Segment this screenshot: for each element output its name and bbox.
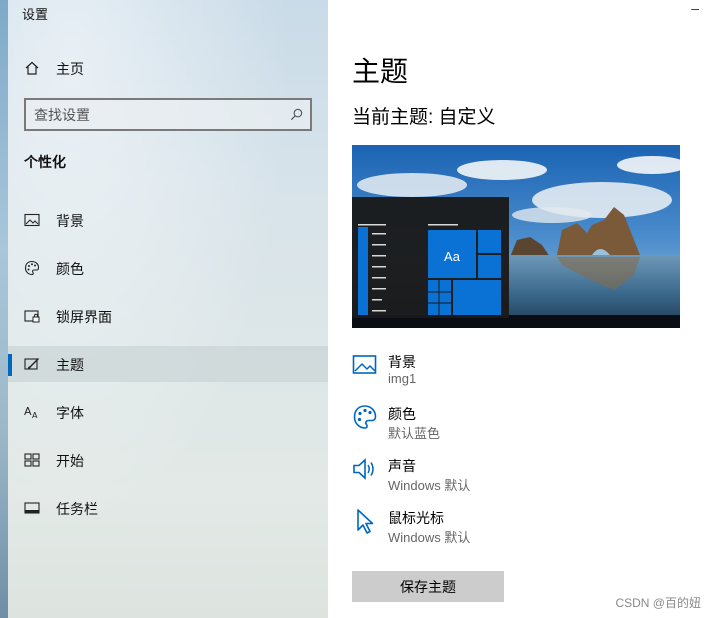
property-sound[interactable]: 声音 Windows 默认 — [352, 456, 652, 500]
theme-brush-icon — [24, 358, 39, 370]
sidebar-item-label: 主页 — [56, 61, 84, 77]
speaker-icon — [353, 458, 374, 480]
page-title: 主题 — [352, 56, 409, 87]
preview-tile-text: Aa — [444, 249, 461, 264]
property-name[interactable]: 声音 — [388, 456, 416, 476]
theme-preview: Aa — [352, 145, 680, 328]
picture-icon — [352, 355, 377, 374]
palette-icon — [24, 260, 40, 276]
svg-text:A: A — [32, 411, 38, 420]
section-title: 个性化 — [24, 154, 66, 170]
main-content: – 主题 当前主题: 自定义 Aa 背景 img1 颜色 默认蓝色 声音 Win… — [328, 0, 715, 618]
sidebar-item-lock-screen[interactable]: 锁屏界面 — [8, 298, 328, 334]
svg-text:A: A — [24, 405, 32, 418]
property-name[interactable]: 背景 — [388, 352, 416, 372]
sidebar-item-label: 任务栏 — [56, 501, 98, 517]
search-icon[interactable] — [289, 107, 304, 122]
cursor-icon — [357, 509, 374, 534]
sidebar-item-label: 颜色 — [56, 261, 84, 277]
theme-preview-image: Aa — [352, 145, 680, 328]
current-theme-label: 当前主题: 自定义 — [352, 107, 496, 128]
font-icon: A A — [24, 405, 38, 420]
property-name[interactable]: 鼠标光标 — [388, 508, 444, 528]
search-input[interactable] — [34, 105, 274, 125]
sidebar-item-home[interactable]: 主页 — [8, 50, 328, 86]
sidebar-item-fonts[interactable]: A A 字体 — [8, 394, 328, 430]
sidebar-item-label: 字体 — [56, 405, 84, 421]
start-menu-icon — [24, 453, 40, 467]
property-value: Windows 默认 — [388, 530, 471, 545]
sidebar-item-label: 主题 — [56, 357, 84, 373]
sidebar-item-label: 背景 — [56, 213, 84, 229]
sidebar-item-start[interactable]: 开始 — [8, 442, 328, 478]
minimize-button[interactable]: – — [691, 0, 699, 16]
taskbar-icon — [24, 502, 40, 514]
sidebar: 设置 主页 个性化 背景 颜色 — [8, 0, 328, 618]
property-value: img1 — [388, 371, 417, 386]
app-title: 设置 — [22, 7, 49, 22]
save-theme-button[interactable]: 保存主题 — [352, 571, 504, 602]
desktop-edge — [0, 0, 8, 618]
property-value: Windows 默认 — [388, 478, 471, 493]
sidebar-item-taskbar[interactable]: 任务栏 — [8, 490, 328, 526]
picture-icon — [24, 213, 40, 227]
property-color[interactable]: 颜色 默认蓝色 — [352, 404, 652, 448]
property-value: 默认蓝色 — [388, 426, 441, 441]
home-icon — [25, 61, 39, 75]
sidebar-item-colors[interactable]: 颜色 — [8, 250, 328, 286]
search-box[interactable] — [24, 98, 312, 131]
sidebar-item-themes[interactable]: 主题 — [8, 346, 328, 382]
watermark: CSDN @百的妞 — [615, 596, 701, 610]
lock-screen-icon — [24, 310, 40, 323]
sidebar-item-label: 锁屏界面 — [56, 309, 112, 325]
property-name[interactable]: 颜色 — [388, 404, 416, 424]
property-background[interactable]: 背景 img1 — [352, 352, 652, 396]
property-mouse-cursor[interactable]: 鼠标光标 Windows 默认 — [352, 508, 652, 552]
sidebar-item-label: 开始 — [56, 453, 84, 469]
palette-icon — [353, 405, 377, 429]
sidebar-item-background[interactable]: 背景 — [8, 202, 328, 238]
